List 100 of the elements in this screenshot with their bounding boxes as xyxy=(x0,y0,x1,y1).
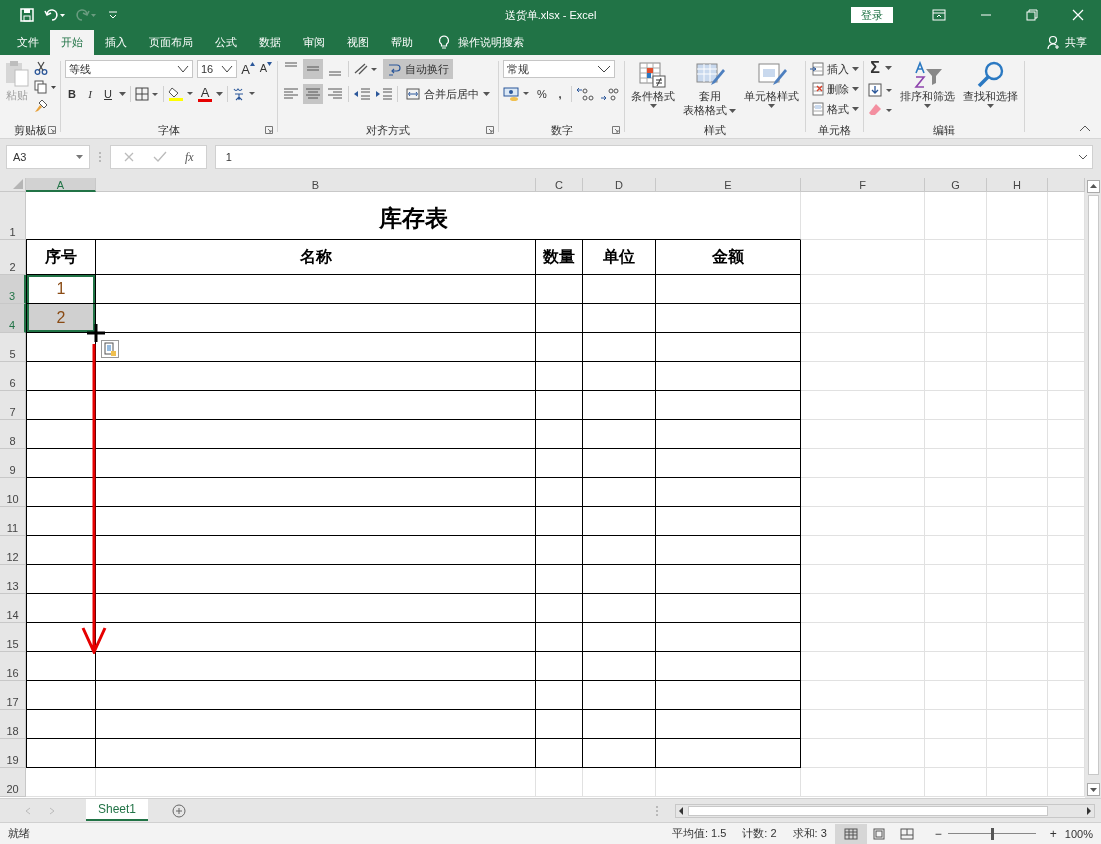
ribbon-tab[interactable]: 开始 xyxy=(50,30,94,55)
grid-cell[interactable] xyxy=(656,768,801,797)
caret-icon[interactable] xyxy=(119,92,126,96)
table-cell[interactable] xyxy=(26,478,96,507)
ribbon-tab[interactable]: 帮助 xyxy=(380,30,424,55)
table-cell[interactable] xyxy=(96,420,536,449)
table-cell[interactable] xyxy=(583,507,656,536)
table-cell[interactable] xyxy=(656,623,801,652)
caret-icon[interactable] xyxy=(483,92,490,96)
table-cell[interactable] xyxy=(26,565,96,594)
column-header[interactable]: A xyxy=(26,178,96,192)
row-header[interactable]: 1 xyxy=(0,192,26,240)
row-header[interactable]: 4 xyxy=(0,304,26,333)
grid-cell[interactable] xyxy=(801,710,925,739)
table-cell[interactable] xyxy=(583,739,656,768)
copy-icon[interactable] xyxy=(34,80,56,94)
table-cell[interactable] xyxy=(96,652,536,681)
grid-cell[interactable] xyxy=(801,391,925,420)
table-cell[interactable] xyxy=(583,391,656,420)
name-box[interactable]: A3 xyxy=(6,145,90,169)
ribbon-tab[interactable]: 页面布局 xyxy=(138,30,204,55)
dropdown-chevron-icon[interactable] xyxy=(221,65,233,73)
percent-button[interactable]: % xyxy=(535,85,549,103)
table-cell[interactable] xyxy=(96,449,536,478)
table-cell[interactable] xyxy=(26,333,96,362)
ribbon-display-icon[interactable] xyxy=(932,9,946,21)
table-cell[interactable] xyxy=(656,594,801,623)
currency-icon[interactable] xyxy=(503,86,531,102)
row-header[interactable]: 15 xyxy=(0,623,26,652)
view-icon[interactable] xyxy=(843,827,858,840)
grid-cell[interactable] xyxy=(925,594,987,623)
find-select-button[interactable]: 查找和选择 xyxy=(961,59,1020,110)
grid-cell[interactable] xyxy=(987,768,1048,797)
grid-cell[interactable] xyxy=(987,739,1048,768)
grid-cell[interactable] xyxy=(987,420,1048,449)
table-cell[interactable] xyxy=(536,333,583,362)
table-cell[interactable] xyxy=(536,652,583,681)
table-cell[interactable] xyxy=(536,594,583,623)
table-cell[interactable] xyxy=(583,304,656,333)
row-header[interactable]: 8 xyxy=(0,420,26,449)
table-cell[interactable] xyxy=(656,681,801,710)
scroll-up-icon[interactable] xyxy=(1086,180,1100,193)
row-header[interactable]: 20 xyxy=(0,768,26,797)
grid-cell[interactable] xyxy=(987,449,1048,478)
grid-cell[interactable] xyxy=(925,768,987,797)
view-icon[interactable] xyxy=(899,827,914,840)
grid-cell[interactable] xyxy=(925,739,987,768)
grid-cell[interactable] xyxy=(925,449,987,478)
dialog-launcher-icon[interactable] xyxy=(612,126,620,134)
merge-cells-icon[interactable] xyxy=(406,87,420,101)
ribbon-tab[interactable]: 数据 xyxy=(248,30,292,55)
grid-cell[interactable] xyxy=(987,565,1048,594)
view-button[interactable] xyxy=(834,823,867,844)
insert-function-button[interactable]: fx xyxy=(185,149,194,165)
table-cell[interactable] xyxy=(26,420,96,449)
decrease-indent-icon[interactable] xyxy=(353,87,371,101)
row-header[interactable]: 17 xyxy=(0,681,26,710)
grid-cell[interactable] xyxy=(987,391,1048,420)
table-cell[interactable] xyxy=(656,275,801,304)
table-cell[interactable] xyxy=(26,536,96,565)
person-icon[interactable] xyxy=(1047,35,1061,50)
row-header[interactable]: 9 xyxy=(0,449,26,478)
row-header[interactable]: 7 xyxy=(0,391,26,420)
caret-icon[interactable] xyxy=(924,104,931,108)
caret-icon[interactable] xyxy=(729,108,736,113)
cells-icon[interactable] xyxy=(810,62,824,76)
grid-cell[interactable] xyxy=(26,768,96,797)
dialog-launcher-icon[interactable] xyxy=(48,126,56,134)
table-cell[interactable] xyxy=(536,304,583,333)
grid-cell[interactable] xyxy=(925,536,987,565)
font-color-button[interactable]: A xyxy=(198,86,212,102)
caret-icon[interactable] xyxy=(852,107,859,111)
grid-cell[interactable] xyxy=(925,275,987,304)
table-cell[interactable] xyxy=(536,478,583,507)
table-cell[interactable] xyxy=(96,362,536,391)
grid-cell[interactable] xyxy=(801,192,925,240)
grid-cell[interactable] xyxy=(96,768,536,797)
autosum-button[interactable]: Σ xyxy=(868,59,894,77)
grid-cell[interactable] xyxy=(925,681,987,710)
increase-decimal-icon[interactable] xyxy=(576,86,596,102)
restore-icon[interactable] xyxy=(1026,9,1038,21)
table-cell[interactable] xyxy=(583,275,656,304)
table-cell[interactable] xyxy=(583,449,656,478)
vertical-scrollbar[interactable] xyxy=(1085,178,1101,798)
formula-input[interactable]: 1 xyxy=(214,145,1093,169)
grid-cell[interactable] xyxy=(925,304,987,333)
table-cell[interactable] xyxy=(656,478,801,507)
table-cell[interactable] xyxy=(536,449,583,478)
row-header[interactable]: 3 xyxy=(0,275,26,304)
italic-button[interactable]: I xyxy=(83,85,97,103)
caret-icon[interactable] xyxy=(649,104,657,108)
increase-font-size-button[interactable]: A xyxy=(241,60,255,78)
cells-button[interactable]: 插入 xyxy=(810,61,859,77)
column-header[interactable]: F xyxy=(801,178,925,192)
search-icon[interactable] xyxy=(975,61,1006,89)
column-header[interactable]: B xyxy=(96,178,536,192)
merge-center-button[interactable]: 合并后居中 xyxy=(402,84,494,104)
table-cell[interactable] xyxy=(26,681,96,710)
grid-cell[interactable] xyxy=(925,333,987,362)
table-cell[interactable] xyxy=(583,710,656,739)
